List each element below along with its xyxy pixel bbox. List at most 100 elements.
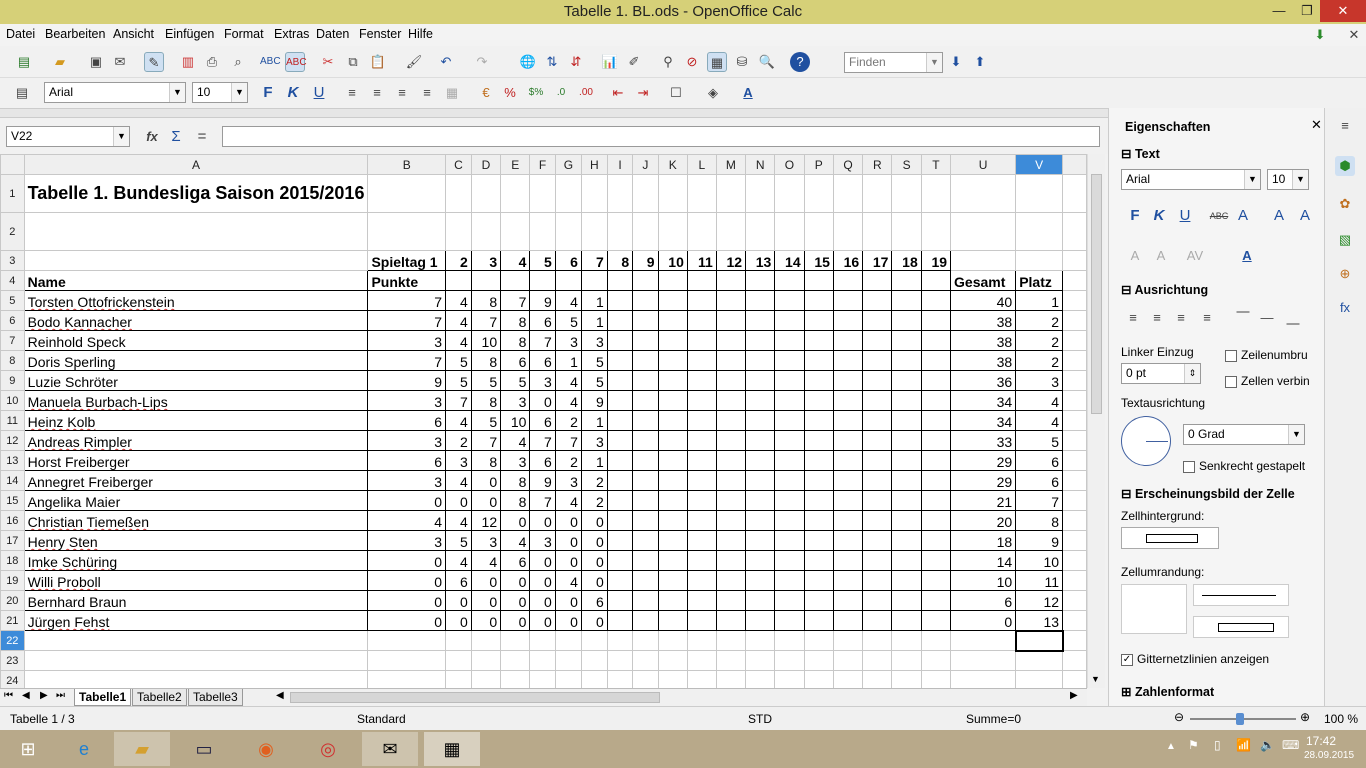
cell[interactable] xyxy=(774,450,805,471)
score-cell[interactable]: 4 xyxy=(554,290,582,311)
battery-icon[interactable]: ▯ xyxy=(1214,738,1221,752)
score-cell[interactable]: 2 xyxy=(554,450,582,471)
score-cell[interactable]: 8 xyxy=(500,310,531,331)
formula-icon[interactable]: = xyxy=(192,127,212,147)
cell[interactable] xyxy=(745,470,776,491)
cell[interactable] xyxy=(803,310,834,331)
score-cell[interactable]: 6 xyxy=(580,590,608,611)
cell[interactable] xyxy=(774,470,805,491)
score-cell[interactable]: 3 xyxy=(529,370,556,391)
cell[interactable] xyxy=(632,430,659,451)
styles-tab-icon[interactable]: ✿ xyxy=(1335,194,1355,214)
player-name[interactable]: Reinhold Speck xyxy=(23,330,369,351)
platz-cell[interactable]: 10 xyxy=(1015,550,1064,571)
cell[interactable] xyxy=(606,330,634,351)
cell[interactable] xyxy=(862,470,893,491)
shadow-icon[interactable]: A xyxy=(1233,206,1253,226)
cell[interactable] xyxy=(686,390,717,411)
score-cell[interactable]: 0 xyxy=(470,470,502,491)
header-round[interactable]: 12 xyxy=(715,250,747,271)
decrease-font-icon[interactable]: A xyxy=(1295,206,1315,226)
cell[interactable] xyxy=(774,650,805,671)
cell[interactable] xyxy=(554,270,582,291)
score-cell[interactable]: 2 xyxy=(554,410,582,431)
cell[interactable] xyxy=(632,310,659,331)
cell[interactable] xyxy=(632,370,659,391)
standard-format-icon[interactable]: $% xyxy=(526,83,546,103)
stacked-checkbox[interactable]: Senkrecht gestapelt xyxy=(1183,459,1305,473)
sidebar-align-left-icon[interactable]: ≡ xyxy=(1123,308,1143,328)
find-next-icon[interactable]: ⬇ xyxy=(946,52,966,72)
cell[interactable] xyxy=(832,670,864,688)
platz-cell[interactable]: 13 xyxy=(1015,610,1064,631)
cell[interactable] xyxy=(803,490,834,511)
score-cell[interactable]: 4 xyxy=(554,390,582,411)
cell[interactable] xyxy=(745,430,776,451)
cell[interactable] xyxy=(774,610,805,631)
cell[interactable] xyxy=(632,510,659,531)
column-header-e[interactable]: E xyxy=(500,154,531,175)
wrap-text-checkbox[interactable]: Zeilenumbru xyxy=(1225,348,1308,362)
cell[interactable] xyxy=(657,670,688,688)
cell[interactable] xyxy=(715,410,747,431)
percent-icon[interactable]: % xyxy=(500,83,520,103)
cell[interactable] xyxy=(774,410,805,431)
angle-box[interactable]: 0 Grad ▼ xyxy=(1183,424,1305,445)
score-cell[interactable]: 7 xyxy=(529,490,556,511)
border-line-style[interactable] xyxy=(1193,584,1289,606)
cell[interactable] xyxy=(657,610,688,631)
help-icon[interactable]: ? xyxy=(790,52,810,72)
cell[interactable] xyxy=(774,370,805,391)
cell[interactable] xyxy=(950,630,1017,651)
score-cell[interactable]: 0 xyxy=(554,610,582,631)
cell[interactable] xyxy=(470,174,502,213)
cell[interactable] xyxy=(632,590,659,611)
score-cell[interactable]: 8 xyxy=(500,330,531,351)
row-header[interactable]: 1 xyxy=(0,174,25,213)
cell[interactable] xyxy=(1062,570,1087,591)
cell[interactable] xyxy=(606,550,634,571)
score-cell[interactable]: 0 xyxy=(580,550,608,571)
cell[interactable] xyxy=(745,650,776,671)
cell[interactable] xyxy=(632,450,659,471)
cell[interactable] xyxy=(832,450,864,471)
cell[interactable] xyxy=(606,490,634,511)
header-punkte[interactable]: Punkte xyxy=(367,270,447,291)
cell[interactable] xyxy=(1015,250,1064,271)
text-section-heading[interactable]: ⊟ Text xyxy=(1121,146,1160,161)
cell[interactable] xyxy=(745,174,776,213)
cell[interactable] xyxy=(657,370,688,391)
name-box[interactable]: V22 ▼ xyxy=(6,126,130,147)
cell[interactable] xyxy=(803,470,834,491)
gesamt-cell[interactable]: 18 xyxy=(950,530,1017,551)
save-icon[interactable]: ▣ xyxy=(86,52,106,72)
navigator-icon[interactable]: ⊘ xyxy=(682,52,702,72)
cell[interactable] xyxy=(1062,290,1087,311)
score-cell[interactable]: 10 xyxy=(470,330,502,351)
cell[interactable] xyxy=(686,430,717,451)
score-cell[interactable]: 0 xyxy=(470,610,502,631)
cell[interactable] xyxy=(891,390,922,411)
platz-cell[interactable]: 8 xyxy=(1015,510,1064,531)
file-explorer-icon[interactable]: ▰ xyxy=(114,732,170,766)
cell[interactable] xyxy=(715,450,747,471)
cell[interactable] xyxy=(803,290,834,311)
score-cell[interactable]: 4 xyxy=(445,310,472,331)
cell[interactable] xyxy=(803,350,834,371)
row-header[interactable]: 16 xyxy=(0,510,25,531)
header-round[interactable]: 3 xyxy=(470,250,502,271)
cell[interactable] xyxy=(657,270,688,291)
cell[interactable] xyxy=(686,370,717,391)
cell[interactable] xyxy=(657,330,688,351)
cell[interactable] xyxy=(950,670,1017,688)
cell[interactable] xyxy=(686,470,717,491)
font-name-box[interactable]: Arial ▼ xyxy=(44,82,186,103)
row-header[interactable]: 7 xyxy=(0,330,25,351)
align-bottom-icon[interactable]: ⎽ xyxy=(1283,308,1303,328)
score-cell[interactable]: 0 xyxy=(445,610,472,631)
cell[interactable] xyxy=(745,350,776,371)
gesamt-cell[interactable]: 29 xyxy=(950,470,1017,491)
prev-sheet-icon[interactable]: ◀ xyxy=(22,690,30,701)
cell[interactable] xyxy=(657,490,688,511)
row-header[interactable]: 19 xyxy=(0,570,25,591)
